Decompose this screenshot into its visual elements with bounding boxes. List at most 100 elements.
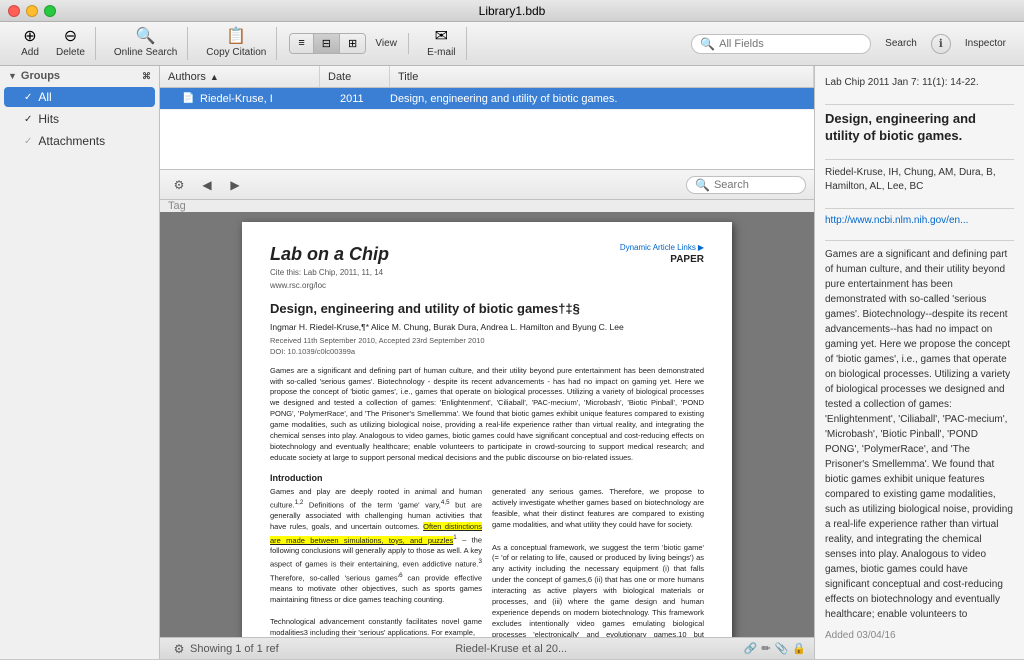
view-button[interactable]: View — [368, 36, 404, 51]
email-icon: ✉ — [435, 29, 448, 45]
highlighted-text: Often distinctions are made between simu… — [270, 522, 482, 544]
search-label-button[interactable]: Search — [879, 36, 923, 51]
attach-icon[interactable]: 📎 — [775, 642, 789, 655]
copy-citation-button[interactable]: 📋 Copy Citation — [200, 27, 272, 60]
groups-label: Groups — [21, 70, 60, 82]
pdf-abstract: Games are a significant and defining par… — [270, 366, 704, 464]
edit-icon[interactable]: ✏ — [761, 642, 770, 655]
pdf-body-left-cont: Technological advancement constantly fac… — [270, 617, 482, 637]
sidebar: ▼ Groups ⌘ ✓ All ✓ Hits ✓ Attachments — [0, 66, 160, 659]
window-title: Library1.bdb — [479, 4, 546, 18]
insp-divider-3 — [825, 208, 1014, 209]
inspector-label[interactable]: Inspector — [959, 36, 1012, 51]
all-check: ✓ — [24, 92, 32, 103]
doc-toolbar: ⚙ ◀ ▶ 🔍 — [160, 170, 814, 200]
grid-view-button[interactable]: ⊞ — [340, 34, 365, 53]
close-button[interactable] — [8, 5, 20, 17]
copy-icon: 📋 — [226, 29, 246, 45]
toolbar: ⊕ Add ⊖ Delete 🔍 Online Search 📋 Copy Ci… — [0, 22, 1024, 66]
date-column-header[interactable]: Date — [320, 66, 390, 87]
tag-area: Tag — [160, 200, 814, 212]
all-label: All — [38, 90, 51, 104]
bottom-bar: ⚙ Showing 1 of 1 ref Riedel-Kruse et al … — [160, 637, 814, 659]
inspector-panel: Lab Chip 2011 Jan 7: 11(1): 14-22. Desig… — [814, 66, 1024, 659]
groups-header[interactable]: ▼ Groups ⌘ — [0, 66, 159, 86]
minimize-button[interactable] — [26, 5, 38, 17]
link-icon[interactable]: 🔗 — [744, 642, 758, 655]
insp-added: Added 03/04/16 — [825, 630, 1014, 641]
pdf-page: Lab on a Chip Cite this: Lab Chip, 2011,… — [242, 222, 732, 637]
column-header-bar: Authors ▲ Date Title — [160, 66, 814, 88]
doc-settings-button[interactable]: ⚙ — [168, 174, 190, 196]
inspector-button[interactable]: ℹ — [931, 34, 951, 54]
insp-citation: Lab Chip 2011 Jan 7: 11(1): 14-22. — [825, 76, 1014, 90]
title-column-header[interactable]: Title — [390, 66, 814, 87]
pdf-dynamic-link: Dynamic Article Links ▶ — [620, 242, 704, 253]
sidebar-item-attachments[interactable]: ✓ Attachments — [4, 131, 155, 151]
copy-citation-label: Copy Citation — [206, 47, 266, 58]
hits-check: ✓ — [24, 114, 32, 125]
authors-label: Authors — [168, 71, 206, 83]
search-box[interactable]: 🔍 — [691, 34, 871, 54]
sidebar-item-hits[interactable]: ✓ Hits — [4, 109, 155, 129]
doc-content[interactable]: Lab on a Chip Cite this: Lab Chip, 2011,… — [160, 212, 814, 637]
table-row[interactable]: 📄 Riedel-Kruse, I 2011 Design, engineeri… — [160, 88, 814, 110]
insp-divider-1 — [825, 104, 1014, 105]
search-group: 🔍 Online Search — [104, 27, 188, 60]
list-view-button[interactable]: ≡ — [290, 34, 313, 53]
add-group: ⊕ Add ⊖ Delete — [8, 27, 96, 60]
hits-label: Hits — [38, 112, 59, 126]
email-group: ✉ E-mail — [417, 27, 466, 60]
reference-list: 📄 Riedel-Kruse, I 2011 Design, engineeri… — [160, 88, 814, 170]
search-label: Search — [885, 38, 917, 49]
online-search-button[interactable]: 🔍 Online Search — [108, 27, 183, 60]
prev-page-button[interactable]: ◀ — [196, 174, 218, 196]
doc-search-box[interactable]: 🔍 — [686, 176, 806, 194]
content-area: Authors ▲ Date Title 📄 Riedel-Kruse, I 2… — [160, 66, 814, 659]
pdf-columns: Games and play are deeply rooted in anim… — [270, 487, 704, 637]
pdf-title: Design, engineering and utility of bioti… — [270, 300, 704, 318]
center-ref-text: Riedel-Kruse et al 20... — [279, 643, 744, 655]
add-button[interactable]: ⊕ Add — [12, 27, 48, 60]
insp-divider-2 — [825, 159, 1014, 160]
split-view-button[interactable]: ⊟ — [314, 34, 340, 53]
citation-group: 📋 Copy Citation — [196, 27, 277, 60]
tag-label: Tag — [168, 200, 186, 212]
ref-title: Design, engineering and utility of bioti… — [390, 93, 810, 105]
insp-divider-4 — [825, 240, 1014, 241]
delete-button[interactable]: ⊖ Delete — [50, 27, 91, 60]
delete-label: Delete — [56, 47, 85, 58]
search-area: 🔍 Search ℹ Inspector — [475, 34, 1016, 54]
pdf-body-right-cont: As a conceptual framework, we suggest th… — [492, 543, 704, 638]
info-icon: ℹ — [939, 37, 943, 50]
pdf-doi: DOI: 10.1039/c0lc00399a — [270, 347, 704, 358]
pdf-body-right: generated any serious games. Therefore, … — [492, 487, 704, 531]
insp-link[interactable]: http://www.ncbi.nlm.nih.gov/en... — [825, 215, 1014, 226]
pdf-col-right: generated any serious games. Therefore, … — [492, 487, 704, 637]
search-input[interactable] — [719, 38, 862, 50]
title-label: Title — [398, 71, 418, 83]
search-icon: 🔍 — [700, 37, 715, 51]
maximize-button[interactable] — [44, 5, 56, 17]
add-label: Add — [21, 47, 39, 58]
showing-text: Showing 1 of 1 ref — [190, 643, 279, 655]
authors-column-header[interactable]: Authors ▲ — [160, 66, 320, 87]
email-button[interactable]: ✉ E-mail — [421, 27, 461, 60]
title-bar: Library1.bdb — [0, 0, 1024, 22]
sidebar-item-all[interactable]: ✓ All — [4, 87, 155, 107]
attachments-label: Attachments — [38, 134, 105, 148]
bottom-bar-right: 🔗 ✏ 📎 🔒 — [744, 642, 806, 655]
pdf-body-left: Games and play are deeply rooted in anim… — [270, 487, 482, 637]
doc-search-input[interactable] — [714, 179, 797, 191]
ref-authors: Riedel-Kruse, I — [200, 93, 340, 105]
bottom-settings-button[interactable]: ⚙ — [168, 638, 190, 660]
pdf-url: www.rsc.org/loc — [270, 280, 389, 291]
insp-authors: Riedel-Kruse, IH, Chung, AM, Dura, B, Ha… — [825, 166, 1014, 194]
main-layout: ▼ Groups ⌘ ✓ All ✓ Hits ✓ Attachments Au… — [0, 66, 1024, 659]
lock-icon[interactable]: 🔒 — [792, 642, 806, 655]
pdf-received: Received 11th September 2010, Accepted 2… — [270, 336, 704, 347]
doc-search-icon: 🔍 — [695, 178, 710, 192]
pdf-col-left: Games and play are deeply rooted in anim… — [270, 487, 482, 637]
next-page-button[interactable]: ▶ — [224, 174, 246, 196]
online-search-label: Online Search — [114, 47, 177, 58]
